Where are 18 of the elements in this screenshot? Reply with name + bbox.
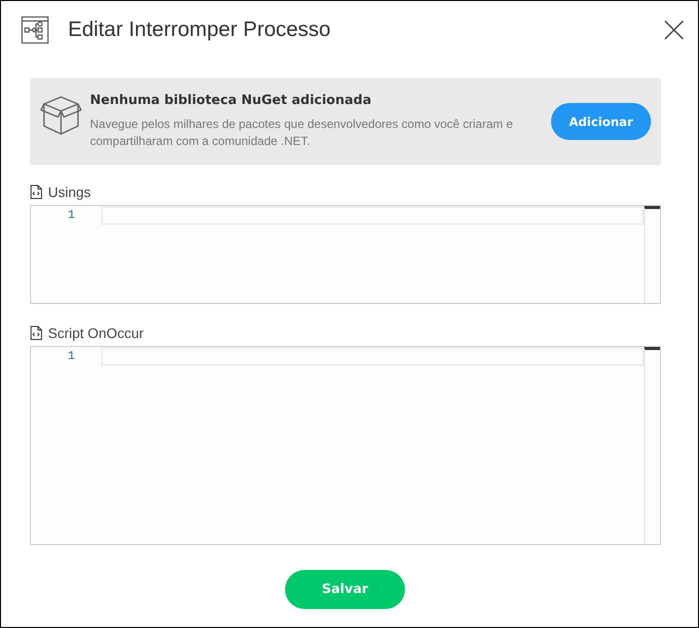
scrollbar[interactable] [644, 206, 660, 303]
code-file-icon [30, 326, 42, 340]
line-number: 1 [66, 207, 76, 224]
box-icon [40, 96, 82, 136]
flowchart-window-icon [21, 16, 49, 44]
code-editor[interactable]: 1 [30, 346, 661, 545]
editor-label: Usings [48, 184, 91, 200]
code-file-icon [30, 185, 42, 199]
close-button[interactable] [664, 20, 684, 40]
line-number: 1 [66, 348, 76, 365]
notice-description: Navegue pelos milhares de pacotes que desenvolvedores como você criaram e compartilharam com a comunidade .NET. [90, 116, 514, 150]
code-editor[interactable]: 1 [30, 205, 661, 304]
add-button[interactable]: Adicionar [551, 103, 651, 140]
close-icon [664, 20, 684, 40]
scrollbar[interactable] [644, 347, 660, 544]
notice-title: Nenhuma biblioteca NuGet adicionada [90, 93, 372, 108]
editor-label: Script OnOccur [48, 325, 144, 341]
window-title: Editar Interromper Processo [68, 18, 332, 42]
